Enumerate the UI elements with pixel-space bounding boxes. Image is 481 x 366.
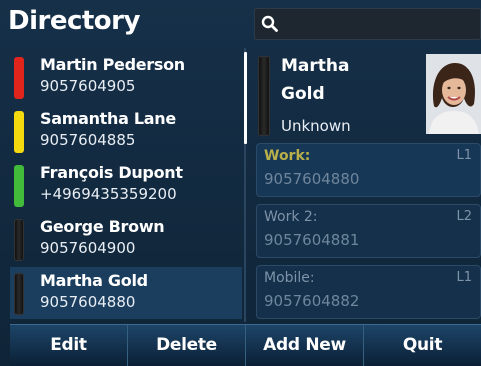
detail-first-name: Martha — [281, 56, 350, 76]
list-item-samantha-lane[interactable]: Samantha Lane 9057604885 — [10, 105, 242, 157]
delete-button[interactable]: Delete — [128, 325, 246, 366]
list-item-martha-gold[interactable]: Martha Gold 9057604880 — [10, 267, 242, 319]
add-new-button[interactable]: Add New — [246, 325, 364, 366]
avatar — [426, 54, 481, 134]
page-title: Directory — [8, 6, 140, 36]
presence-indicator — [14, 219, 24, 261]
search-input[interactable] — [254, 8, 481, 40]
contact-number: 9057604900 — [40, 239, 136, 257]
contact-number: +4969435359200 — [40, 185, 177, 203]
presence-indicator — [14, 165, 24, 207]
number-label: Work 2: — [264, 209, 318, 225]
list-item-martin-pederson[interactable]: Martin Pederson 9057604905 — [10, 51, 242, 103]
contact-name: Samantha Lane — [40, 109, 176, 128]
number-label: Work: — [264, 148, 311, 164]
list-item-francois-dupont[interactable]: François Dupont +4969435359200 — [10, 159, 242, 211]
quit-button[interactable]: Quit — [364, 325, 481, 366]
presence-indicator — [14, 111, 24, 153]
detail-presence-status: Unknown — [281, 117, 351, 135]
phone-number-work-2[interactable]: Work 2: L2 9057604881 — [256, 204, 481, 258]
contact-name: Martin Pederson — [40, 55, 185, 74]
contact-number: 9057604880 — [40, 293, 136, 311]
line-badge: L2 — [456, 209, 472, 224]
phone-number-mobile[interactable]: Mobile: L1 9057604882 — [256, 265, 481, 319]
number-label: Mobile: — [264, 270, 315, 286]
contact-name: François Dupont — [40, 163, 183, 182]
search-icon — [261, 15, 278, 32]
directory-screen: Directory Martin Pederson 9057604905 Sam… — [0, 0, 481, 366]
line-badge: L1 — [456, 148, 472, 163]
detail-last-name: Gold — [281, 84, 325, 104]
number-value: 9057604881 — [264, 231, 360, 249]
number-value: 9057604882 — [264, 292, 360, 310]
edit-button[interactable]: Edit — [10, 325, 128, 366]
contact-name: Martha Gold — [40, 271, 148, 290]
scrollbar[interactable] — [244, 52, 247, 144]
list-item-george-brown[interactable]: George Brown 9057604900 — [10, 213, 242, 265]
contact-number: 9057604905 — [40, 77, 136, 95]
contact-number: 9057604885 — [40, 131, 136, 149]
detail-presence-indicator — [258, 56, 270, 136]
line-badge: L1 — [456, 270, 472, 285]
softkey-bar: Edit Delete Add New Quit — [10, 324, 481, 366]
presence-indicator — [14, 57, 24, 99]
contact-name: George Brown — [40, 217, 165, 236]
number-value: 9057604880 — [264, 170, 360, 188]
phone-number-work[interactable]: Work: L1 9057604880 — [256, 143, 481, 197]
presence-indicator — [14, 273, 24, 315]
